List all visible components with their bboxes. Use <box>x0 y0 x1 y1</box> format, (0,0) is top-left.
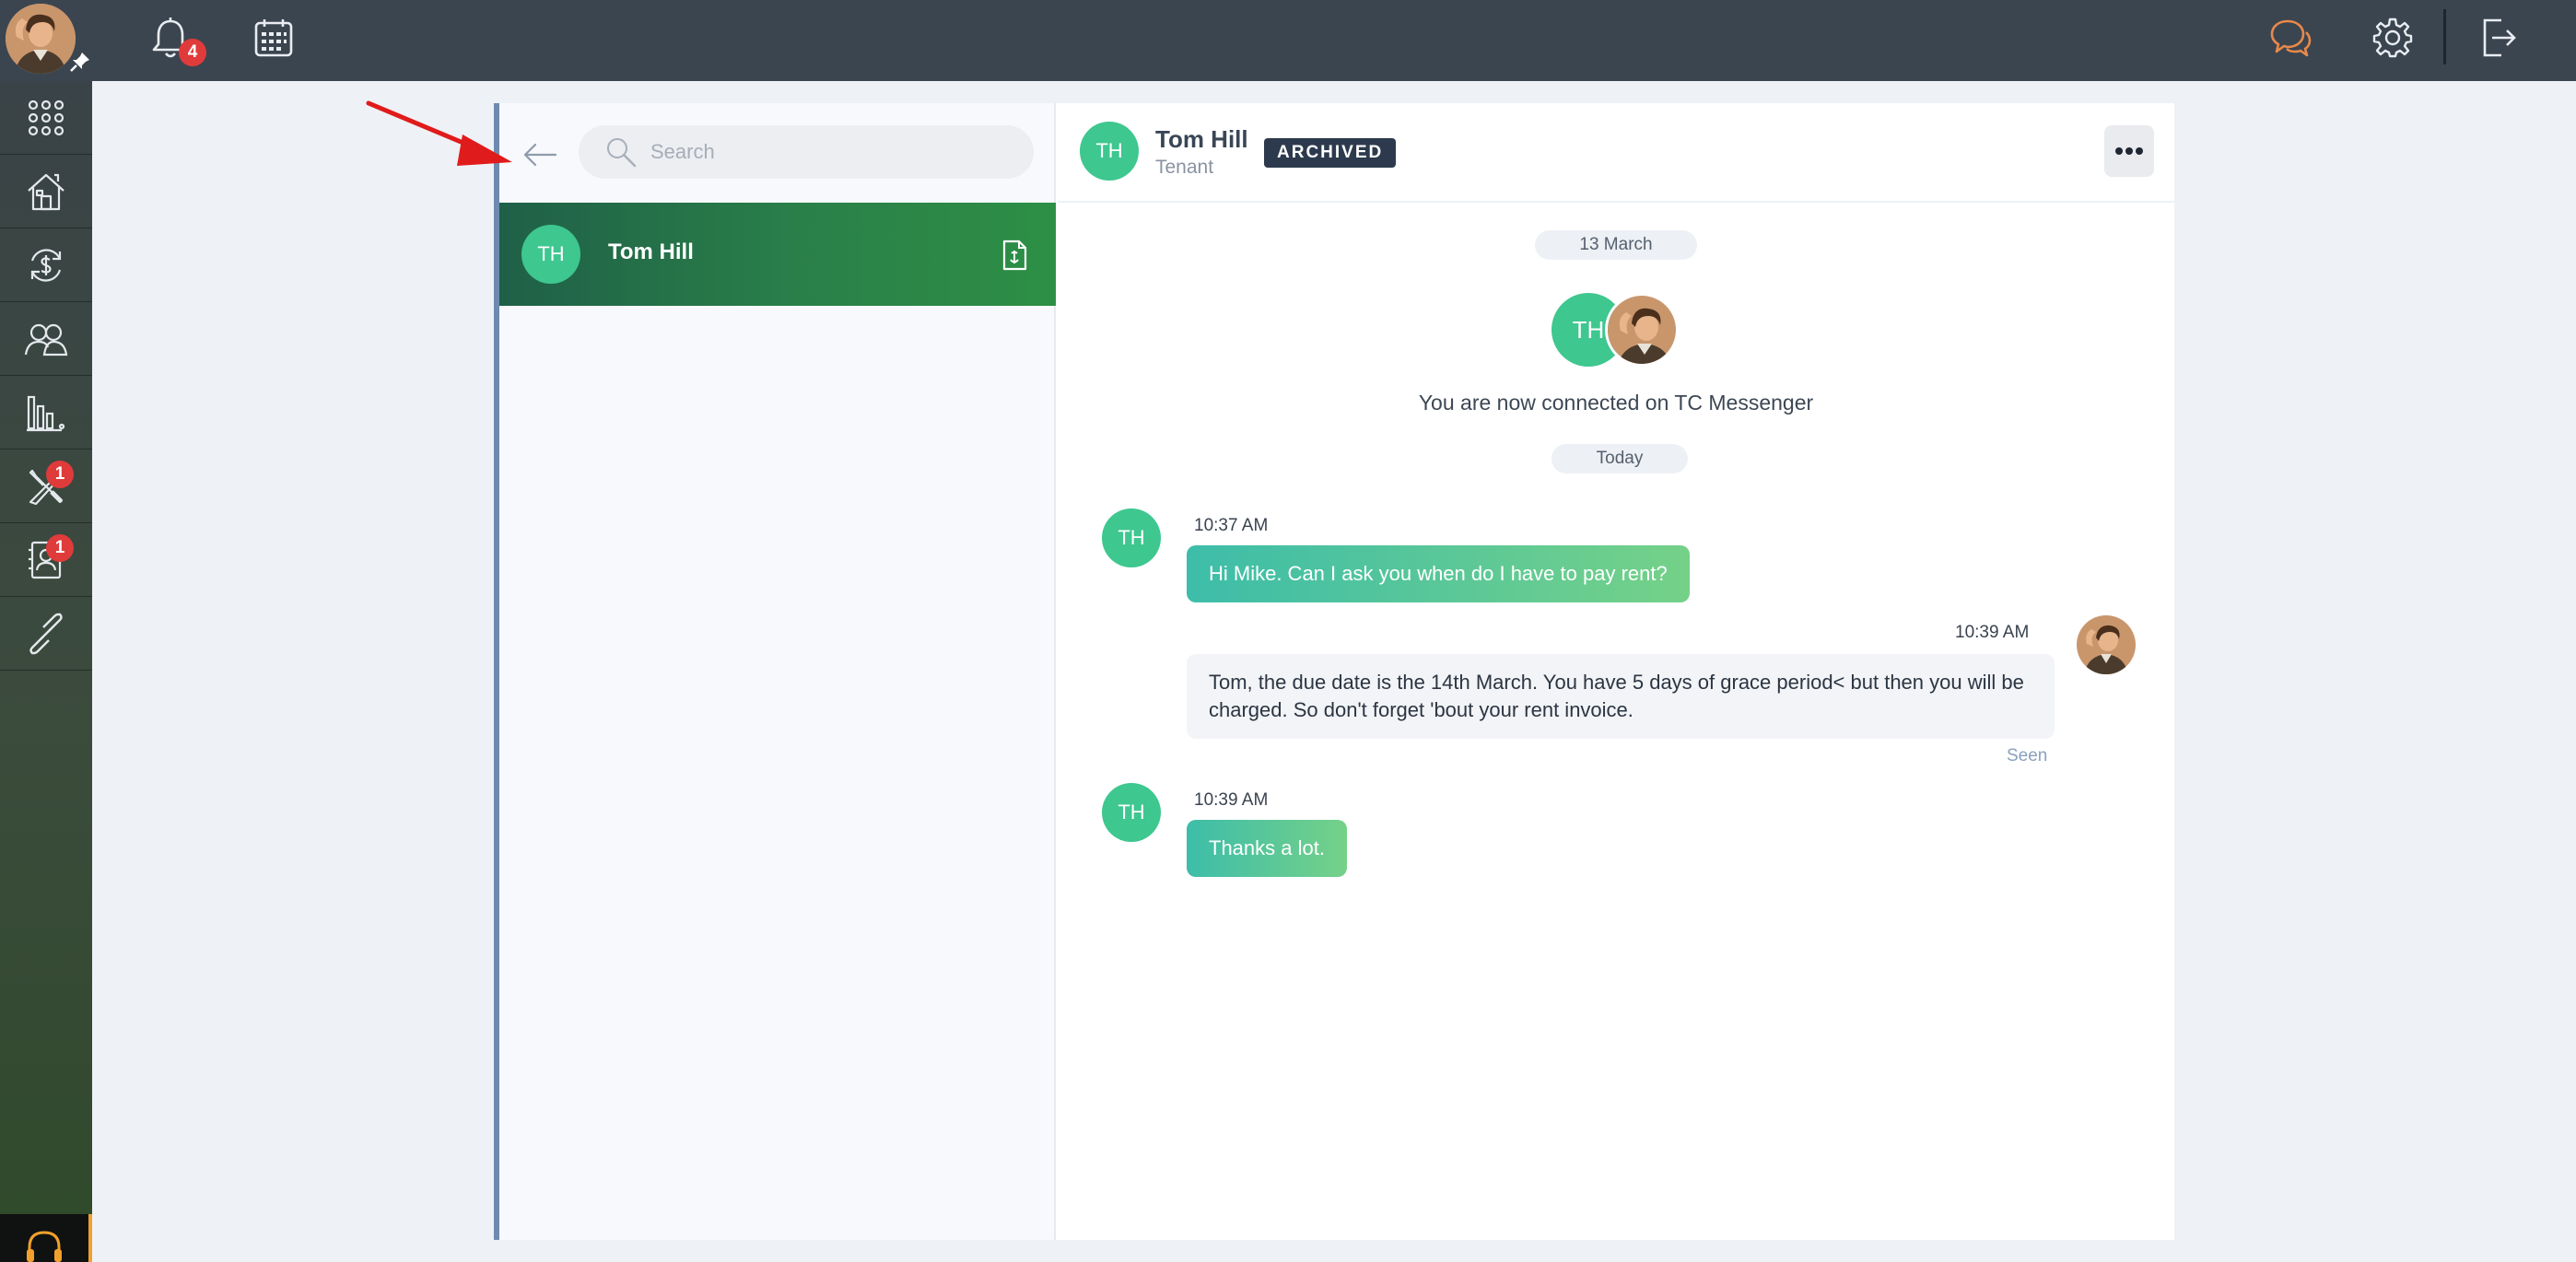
message-seen-status: Seen <box>2007 746 2048 765</box>
contact-name: Tom Hill <box>608 240 694 264</box>
link-icon <box>29 613 63 654</box>
applications-badge: 1 <box>46 534 74 562</box>
more-dots-icon <box>2115 147 2143 155</box>
message-bubble-outgoing: Tom, the due date is the 14th March. You… <box>1187 654 2055 739</box>
arrow-left-icon <box>523 143 557 167</box>
messenger-panel: TH Tom Hill TH Tom Hill Tenant ARCHIVED <box>494 103 2174 1240</box>
sidebar-item-applications[interactable]: 1 <box>0 523 92 597</box>
annotation-arrow-icon <box>366 100 512 166</box>
back-button[interactable] <box>520 136 560 173</box>
sidebar-item-maintenance[interactable]: 1 <box>0 450 92 523</box>
support-button[interactable] <box>0 1214 92 1262</box>
bar-chart-icon <box>27 395 65 431</box>
messenger-button[interactable] <box>2268 17 2313 59</box>
more-options-button[interactable] <box>2104 125 2154 177</box>
search-input[interactable] <box>650 140 1019 164</box>
notifications-button[interactable]: 4 <box>147 15 206 66</box>
message-bubble-incoming: Hi Mike. Can I ask you when do I have to… <box>1187 545 1690 602</box>
chat-pane: TH Tom Hill Tenant ARCHIVED 13 March TH … <box>1058 103 2174 1240</box>
sidebar-item-links[interactable] <box>0 597 92 671</box>
sidebar-item-apps[interactable] <box>0 81 92 155</box>
search-icon <box>604 135 638 169</box>
contact-avatar: TH <box>521 225 580 284</box>
chat-contact-role: Tenant <box>1155 157 1214 178</box>
document-icon[interactable] <box>1001 240 1028 275</box>
search-box[interactable] <box>579 125 1034 179</box>
maintenance-badge: 1 <box>46 461 74 488</box>
sidebar-item-contacts[interactable] <box>0 302 92 376</box>
calendar-button[interactable] <box>252 17 295 59</box>
sidebar-item-reports[interactable] <box>0 376 92 450</box>
message-sender-avatar: TH <box>1102 783 1161 842</box>
top-bar: 4 <box>0 0 2576 81</box>
logout-button[interactable] <box>2476 15 2521 61</box>
calendar-icon <box>254 19 293 57</box>
message-sender-avatar: TH <box>1102 508 1161 567</box>
message-time: 10:39 AM <box>1194 790 1269 810</box>
people-icon <box>24 323 68 356</box>
grid-icon <box>28 99 64 135</box>
notification-count-badge: 4 <box>179 39 206 66</box>
date-divider-13-march: 13 March <box>1535 230 1697 260</box>
message-bubble-incoming: Thanks a lot. <box>1187 820 1347 877</box>
message-sender-avatar-user <box>2077 615 2136 674</box>
sidebar-item-properties[interactable] <box>0 155 92 228</box>
chat-contact-name[interactable]: Tom Hill <box>1155 125 1248 154</box>
topbar-separator <box>2443 9 2446 64</box>
money-cycle-icon <box>30 248 62 282</box>
user-avatar[interactable] <box>6 4 76 74</box>
headset-icon <box>27 1231 62 1262</box>
pin-icon[interactable] <box>68 50 92 74</box>
date-divider-today: Today <box>1551 444 1688 473</box>
gear-icon <box>2372 18 2413 58</box>
message-time: 10:39 AM <box>1955 623 2030 642</box>
chat-header-avatar[interactable]: TH <box>1080 122 1139 181</box>
archived-badge: ARCHIVED <box>1264 138 1397 168</box>
logout-icon <box>2483 18 2516 57</box>
connected-user-avatar <box>1605 293 1679 367</box>
message-time: 10:37 AM <box>1194 516 1269 535</box>
main-sidebar: 1 1 <box>0 81 92 1262</box>
chat-header: TH Tom Hill Tenant ARCHIVED <box>1058 103 2174 203</box>
conversation-list-pane: TH Tom Hill <box>499 103 1056 1240</box>
sidebar-item-finance[interactable] <box>0 228 92 302</box>
conversation-item-tom-hill[interactable]: TH Tom Hill <box>499 203 1056 306</box>
connected-message: You are now connected on TC Messenger <box>1418 391 1814 415</box>
conversation-list-header <box>499 103 1056 203</box>
settings-button[interactable] <box>2370 15 2416 61</box>
house-icon <box>28 173 64 210</box>
chat-bubbles-icon <box>2270 19 2312 57</box>
